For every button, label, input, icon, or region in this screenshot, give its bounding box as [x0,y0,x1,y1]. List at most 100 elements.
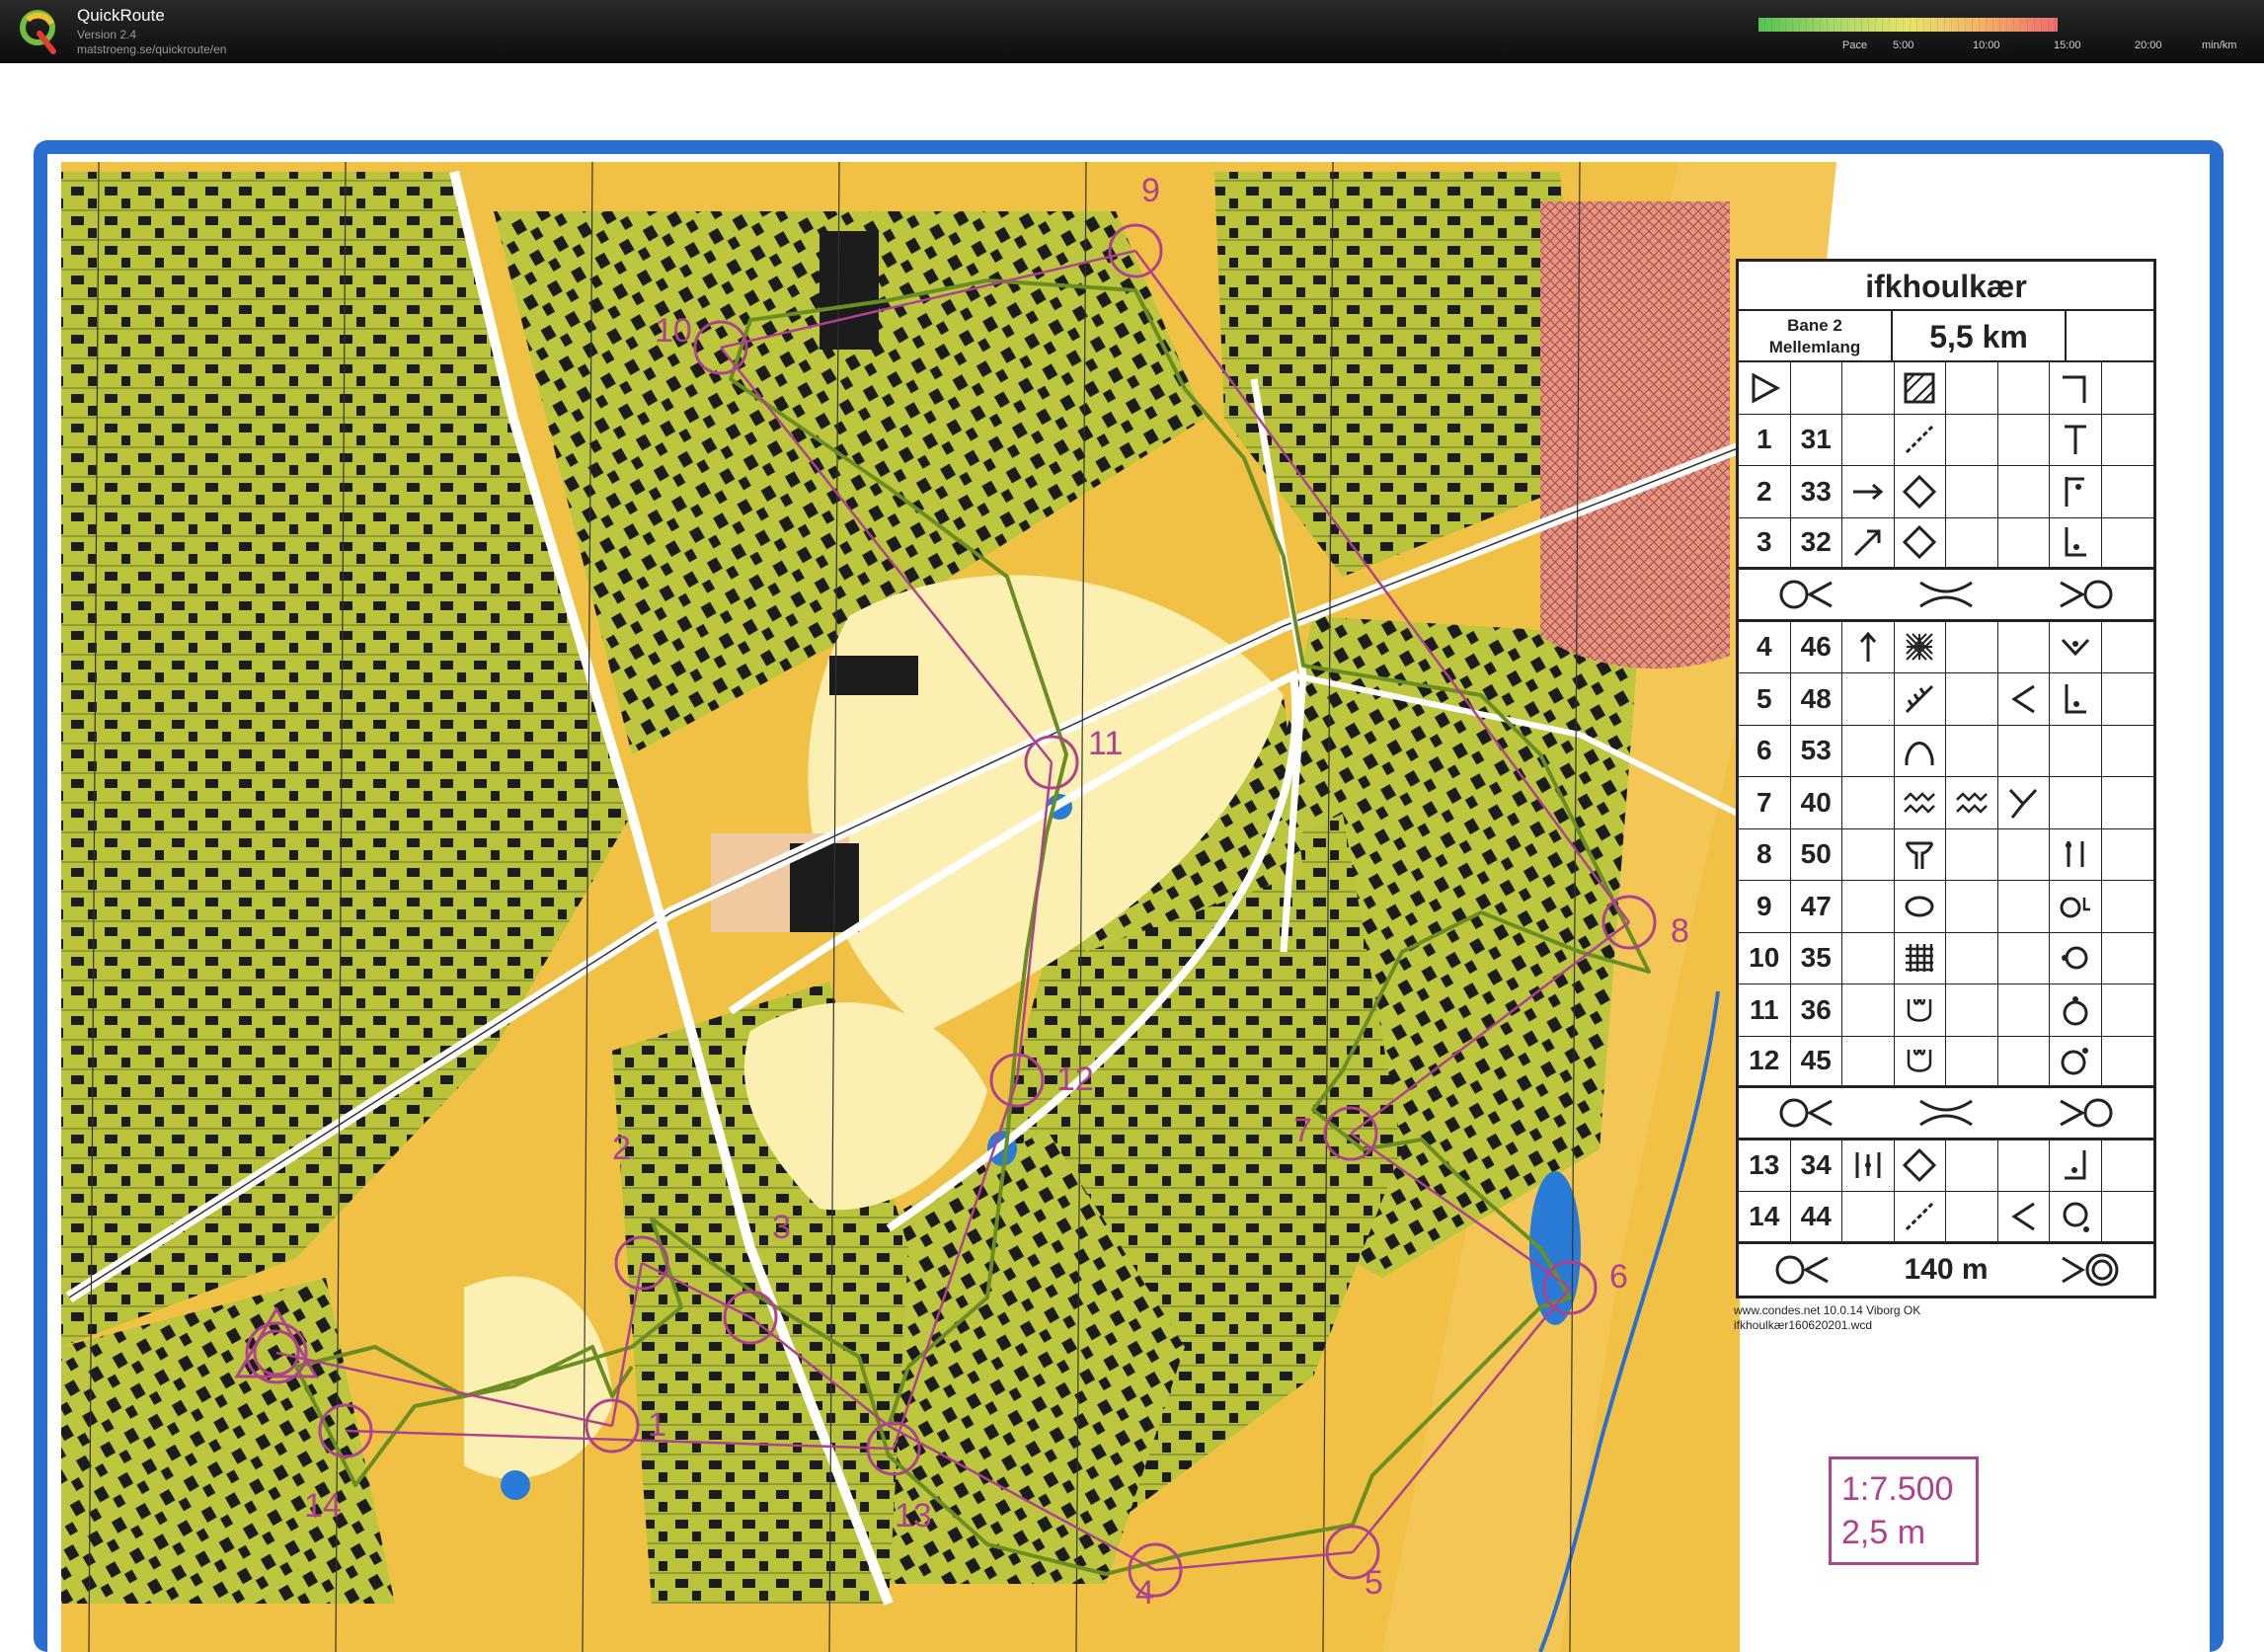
control-description-sheet: ifkhoulkær Bane 2 Mellemlang 5,5 km 1 31 [1736,259,2156,1298]
control-row: 9 47 [1739,881,2153,933]
taped-route-between-icon [1919,581,1973,608]
app-url[interactable]: matstroeng.se/quickroute/en [77,42,226,56]
control-number: 13 [1739,1140,1791,1191]
control-row: 8 50 [1739,828,2153,881]
west-side-icon [2011,684,2036,714]
control-code: 34 [1791,1140,1842,1191]
control-label: 10 [655,312,692,350]
lower-part-icon [2060,897,2090,918]
control-number: 10 [1739,932,1791,983]
corner-top-icon [2062,375,2086,403]
finish-distance: 140 m [1904,1252,1989,1286]
quickroute-logo-icon [20,10,56,54]
stream-icon [1906,426,1934,454]
north-east-part-icon [2061,1048,2088,1075]
software-credit: www.condes.net 10.0.14 Viborg OK [1734,1303,1921,1317]
control-row: 4 46 [1739,621,2153,673]
control-label: 9 [1141,172,1160,209]
taped-route-to-control-icon [2060,1098,2113,1128]
control-code: 32 [1791,517,1842,567]
control-label: 2 [612,1130,631,1167]
control-code: 44 [1791,1192,1842,1241]
stream-icon [1906,1202,1934,1230]
control-row: 6 53 [1739,725,2153,777]
water-hole-icon [1908,998,1932,1022]
south-west-corner-icon [2065,683,2086,714]
finish-row: 140 m [1739,1244,2153,1297]
west-side-icon [2011,1202,2036,1231]
taped-route-between-icon [1919,1099,1973,1127]
control-row: 14 44 [1739,1192,2153,1244]
oval-feature-icon [1905,896,1934,917]
control-row: 13 34 [1739,1140,2153,1192]
control-number: 11 [1739,984,1791,1036]
control-number: 14 [1739,1192,1791,1241]
map-canvas[interactable]: 1 2 3 4 5 6 7 8 9 10 11 12 13 14 ifkhoul… [0,63,2264,1652]
taped-route-from-control-icon [1779,580,1833,609]
control-row: 1 31 [1739,414,2153,466]
water-hole-icon [1908,1050,1932,1072]
control-label: 13 [895,1497,932,1534]
control-row: 10 35 [1739,932,2153,984]
thicket-icon [1906,633,1933,661]
control-label: 12 [1056,1061,1094,1098]
cultivated-land-icon [1904,372,1935,404]
app-title: QuickRoute [77,6,165,25]
earth-bank-icon [1906,684,1934,713]
control-label: 5 [1365,1564,1383,1602]
north-east-arrow-icon [1853,529,1881,557]
app-header: QuickRoute Version 2.4 matstroeng.se/qui… [0,0,2264,63]
end-top-icon [2064,425,2086,455]
south-east-corner-icon [2064,1150,2086,1180]
south-part-icon [2063,1202,2089,1232]
control-label: 14 [304,1487,342,1525]
control-code: 53 [1791,725,1842,776]
control-number: 6 [1739,725,1791,776]
boulder-diamond-icon [1903,474,1937,509]
control-label: 7 [1293,1112,1312,1149]
control-code: 45 [1791,1036,1842,1085]
contour-interval: 2,5 m [1841,1514,1926,1551]
control-number: 8 [1739,828,1791,880]
between-features-icon [1855,1152,1881,1179]
pace-legend: Pace 5:00 10:00 15:00 20:00 min/km [1758,0,2264,63]
pace-label: Pace [1842,39,1868,51]
control-label: 4 [1135,1574,1154,1612]
south-west-corner-icon [2065,527,2086,557]
course-name: Bane 2 Mellemlang [1739,311,1893,360]
taped-route-row [1739,570,2153,622]
course-class: Mellemlang [1768,338,1861,356]
boulder-diamond-icon [1903,525,1937,560]
course-length: 5,5 km [1893,311,2067,360]
control-number: 3 [1739,517,1791,567]
control-code: 48 [1791,673,1842,725]
control-code: 33 [1791,466,1842,517]
app-version: Version 2.4 [77,28,137,41]
north-west-part-icon [2065,476,2084,507]
control-code: 40 [1791,777,1842,828]
junction-icon [2009,788,2038,819]
control-row: 2 33 [1739,466,2153,518]
course-number: Bane 2 [1787,316,1842,335]
finish-from-control-icon [1775,1255,1830,1285]
taped-route-row [1739,1088,2153,1141]
east-side-icon [2061,946,2088,970]
control-label: 6 [1609,1258,1628,1296]
marsh-icon [1955,791,1988,814]
control-code: 46 [1791,621,1842,672]
control-number: 9 [1739,881,1791,932]
control-number: 4 [1739,621,1791,672]
bend-icon [2061,639,2089,657]
control-number: 1 [1739,414,1791,465]
upper-part-icon [2063,995,2088,1026]
control-label: 1 [648,1406,666,1444]
control-label: 11 [1088,725,1123,762]
north-arrow-icon [1859,631,1876,663]
marsh-icon [1904,791,1936,814]
pace-unit: min/km [2202,39,2237,51]
taped-route-to-control-icon [2060,580,2113,609]
boulder-diamond-icon [1903,1148,1937,1183]
pace-tick: 20:00 [2135,39,2162,51]
control-number: 12 [1739,1036,1791,1085]
event-title: ifkhoulkær [1739,262,2153,311]
